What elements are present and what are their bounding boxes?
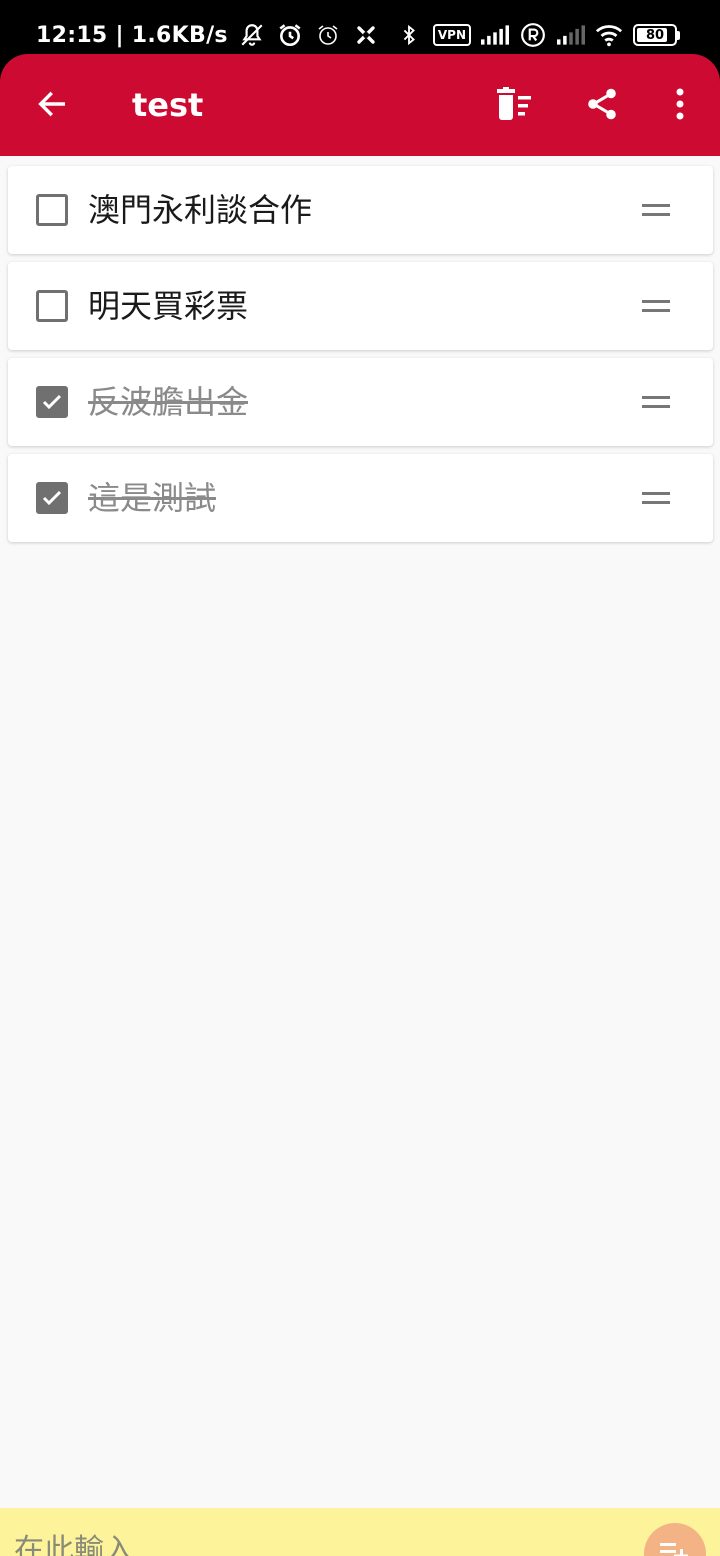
checklist: 澳門永利談合作 明天買彩票 反波膽出金 這是測試 — [0, 156, 720, 1508]
signal-icon — [481, 21, 509, 49]
list-item[interactable]: 反波膽出金 — [8, 358, 713, 446]
item-checkbox[interactable] — [36, 194, 68, 226]
status-time: 12:15 | 1.6KB/s — [36, 22, 228, 48]
wifi-icon — [595, 21, 623, 49]
app-bar: test — [0, 54, 720, 156]
alarm-icon — [276, 21, 304, 49]
drag-handle-icon[interactable] — [638, 198, 674, 222]
item-checkbox[interactable] — [36, 482, 68, 514]
checkmark-icon — [42, 490, 62, 506]
item-text[interactable]: 明天買彩票 — [88, 262, 248, 350]
bell-off-icon — [238, 21, 266, 49]
item-text[interactable]: 這是測試 — [88, 454, 216, 542]
bluetooth-icon — [395, 21, 423, 49]
new-item-bar — [0, 1508, 720, 1556]
screen: 12:15 | 1.6KB/s VPN 80 test 澳門永利談合作 明天買彩… — [0, 0, 720, 1556]
new-item-input[interactable] — [14, 1530, 574, 1556]
page-title: test — [132, 86, 204, 124]
checkmark-icon — [42, 394, 62, 410]
drag-handle-icon[interactable] — [638, 486, 674, 510]
status-left: 12:15 | 1.6KB/s — [36, 18, 380, 52]
add-item-button[interactable] — [644, 1523, 706, 1556]
drag-handle-icon[interactable] — [638, 294, 674, 318]
battery-level: 80 — [645, 27, 665, 43]
playlist-add-icon — [660, 1543, 688, 1556]
share-button[interactable] — [572, 74, 632, 134]
delete-sweep-icon — [497, 87, 531, 120]
battery-indicator: 80 — [633, 24, 680, 46]
item-text[interactable]: 澳門永利談合作 — [88, 166, 312, 254]
item-checkbox[interactable] — [36, 386, 68, 418]
back-button[interactable] — [22, 74, 82, 134]
alarm-outline-icon — [314, 21, 342, 49]
share-icon — [588, 88, 616, 120]
list-item[interactable]: 這是測試 — [8, 454, 713, 542]
list-item[interactable]: 明天買彩票 — [8, 262, 713, 350]
more-vert-icon — [676, 88, 684, 120]
drag-handle-icon[interactable] — [638, 390, 674, 414]
battery-icon: 80 — [633, 24, 677, 46]
arrow-back-icon — [38, 91, 66, 117]
signal-weak-icon — [557, 21, 585, 49]
roaming-icon — [519, 21, 547, 49]
more-options-button[interactable] — [650, 74, 710, 134]
app-notification-icon — [352, 21, 380, 49]
clear-checked-button[interactable] — [484, 74, 544, 134]
status-right: VPN 80 — [395, 18, 680, 52]
item-text[interactable]: 反波膽出金 — [88, 358, 248, 446]
item-checkbox[interactable] — [36, 290, 68, 322]
list-item[interactable]: 澳門永利談合作 — [8, 166, 713, 254]
vpn-badge: VPN — [432, 24, 471, 46]
